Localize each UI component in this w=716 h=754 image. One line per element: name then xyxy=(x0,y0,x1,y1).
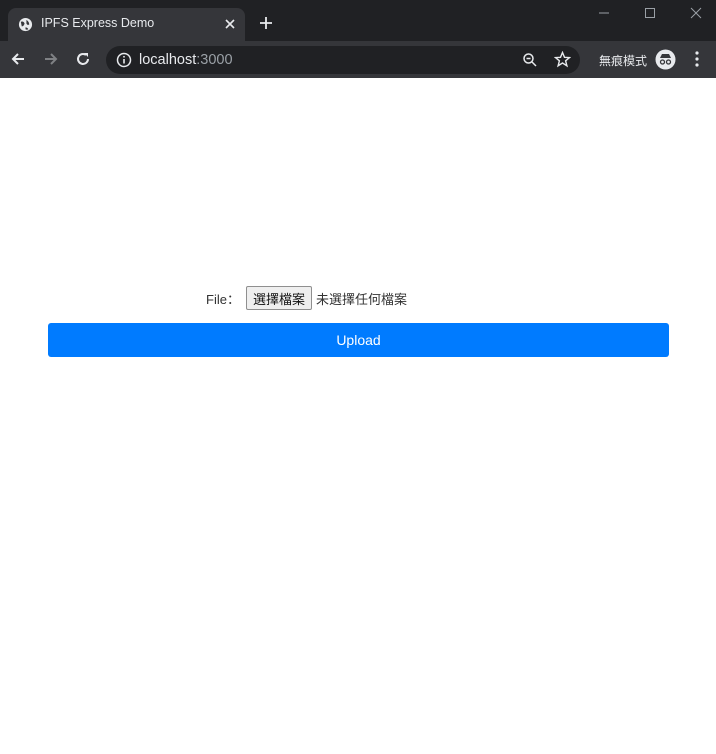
minimize-icon[interactable] xyxy=(597,6,611,20)
zoom-icon[interactable] xyxy=(522,52,538,68)
file-label: File： xyxy=(206,291,240,307)
tab-title: IPFS Express Demo xyxy=(41,16,155,30)
url-host: localhost xyxy=(139,52,197,68)
browser-chrome: IPFS Express Demo localhost:3000 無痕模式 xyxy=(0,0,716,78)
incognito-icon[interactable] xyxy=(655,49,676,70)
back-icon[interactable] xyxy=(9,50,27,68)
choose-file-button[interactable]: 選擇檔案 xyxy=(245,286,312,310)
star-icon[interactable] xyxy=(554,51,571,68)
upload-button[interactable]: Upload xyxy=(48,323,669,357)
reload-icon[interactable] xyxy=(74,50,92,68)
file-input-row: File： 選擇檔案 未選擇任何檔案 xyxy=(206,285,407,311)
file-status: 未選擇任何檔案 xyxy=(315,292,407,308)
address-bar[interactable]: localhost:3000 xyxy=(106,46,580,74)
plus-icon[interactable] xyxy=(258,15,274,31)
url-text: localhost:3000 xyxy=(139,52,233,68)
tab-strip: IPFS Express Demo xyxy=(0,0,716,41)
close-icon[interactable] xyxy=(223,17,237,31)
info-icon[interactable] xyxy=(116,52,132,68)
menu-icon[interactable] xyxy=(690,50,704,68)
forward-icon[interactable] xyxy=(42,50,60,68)
maximize-icon[interactable] xyxy=(643,6,657,20)
toolbar: localhost:3000 無痕模式 xyxy=(0,41,716,78)
window-close-icon[interactable] xyxy=(689,6,703,20)
incognito-label: 無痕模式 xyxy=(599,54,648,68)
tab-ipfs-express-demo[interactable]: IPFS Express Demo xyxy=(8,8,245,41)
globe-icon xyxy=(18,17,33,32)
url-port: :3000 xyxy=(196,52,233,68)
page-content: File： 選擇檔案 未選擇任何檔案 Upload xyxy=(0,78,716,754)
